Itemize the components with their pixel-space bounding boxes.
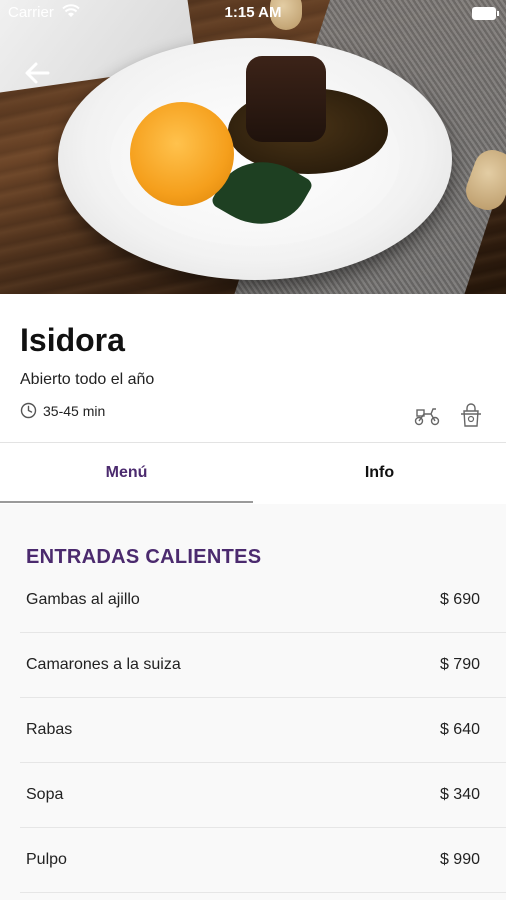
clock-icon (20, 402, 37, 419)
back-button[interactable] (22, 58, 54, 90)
menu-list: ENTRADAS CALIENTES Gambas al ajillo $ 69… (0, 504, 506, 900)
menu-item[interactable]: Sopa $ 340 (20, 763, 506, 828)
menu-item-name: Pulpo (26, 851, 67, 868)
delivery-eta: 35-45 min (20, 402, 105, 419)
menu-item-price: $ 690 (439, 591, 480, 608)
menu-item-price: $ 990 (439, 851, 480, 868)
menu-item-name: Gambas al ajillo (26, 591, 140, 608)
menu-item-name: Camarones a la suiza (26, 656, 181, 673)
menu-item-name: Sopa (26, 786, 64, 803)
hero-image (0, 0, 506, 294)
menu-item[interactable]: Pulpo $ 990 (20, 828, 506, 893)
menu-item-name: Rabas (26, 721, 73, 738)
meat-shape (246, 56, 326, 142)
scooter-icon (412, 400, 442, 430)
battery-icon (472, 7, 499, 20)
restaurant-name: Isidora (20, 322, 125, 358)
tab-bar: Menú Info (0, 443, 506, 503)
status-bar: Carrier 1:15 AM (0, 0, 506, 26)
tab-menu[interactable]: Menú (0, 443, 253, 503)
service-icons (412, 400, 486, 430)
eta-text: 35-45 min (43, 402, 106, 419)
menu-item[interactable]: Rabas $ 640 (20, 698, 506, 763)
menu-item[interactable]: Camarones a la suiza $ 790 (20, 633, 506, 698)
menu-item[interactable]: Gambas al ajillo $ 690 (20, 568, 506, 633)
section-title: ENTRADAS CALIENTES (26, 546, 262, 568)
squash-shape (130, 102, 234, 206)
menu-item-price: $ 340 (439, 786, 480, 803)
menu-items: Gambas al ajillo $ 690 Camarones a la su… (20, 568, 506, 893)
restaurant-subtitle: Abierto todo el año (20, 371, 155, 388)
arrow-left-icon (25, 62, 50, 84)
tab-info[interactable]: Info (253, 443, 506, 503)
status-time: 1:15 AM (224, 4, 282, 21)
takeaway-bag-icon (456, 400, 486, 430)
menu-item-price: $ 790 (439, 656, 480, 673)
menu-item-price: $ 640 (439, 721, 480, 738)
